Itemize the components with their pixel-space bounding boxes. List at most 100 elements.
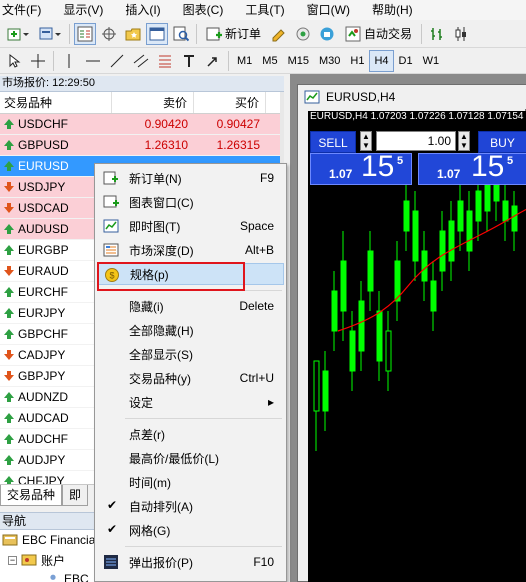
context-menu-item[interactable]: 时间(m) (97, 471, 284, 493)
context-menu-item[interactable]: 图表窗口(C) (97, 191, 284, 213)
lot-size-input[interactable]: 1.00 (376, 131, 456, 151)
market-watch-button[interactable] (74, 22, 96, 45)
column-symbol[interactable]: 交易品种 (0, 92, 112, 113)
timeframe-m1[interactable]: M1 (232, 50, 257, 72)
candle-body (340, 260, 347, 312)
context-menu-shortcut: ▸ (267, 395, 274, 409)
terminal-button[interactable] (146, 22, 168, 45)
tab-tick-chart[interactable]: 即 (62, 485, 89, 506)
menu-charts[interactable]: 图表(C) (181, 0, 224, 20)
timeframe-d1[interactable]: D1 (394, 50, 418, 72)
chart-window[interactable]: EURUSD,H4 EURUSD,H4 1.07203 1.07226 1.07… (297, 84, 526, 582)
context-menu-item[interactable]: ✔ 网格(G) (97, 519, 284, 541)
context-menu-item[interactable]: 点差(r) (97, 423, 284, 445)
context-menu-item[interactable]: 全部隐藏(H) (97, 319, 284, 341)
arrow-up-icon (4, 224, 14, 234)
arrows-button[interactable] (202, 50, 224, 72)
column-bid[interactable]: 卖价 (112, 92, 194, 113)
context-menu-label: 新订单(N) (129, 171, 182, 186)
menu-insert[interactable]: 插入(I) (123, 0, 160, 20)
tab-symbols[interactable]: 交易品种 (0, 485, 63, 506)
buy-price-pips: 15 (471, 150, 505, 183)
lot-decrease-button[interactable]: ▲ ▼ (360, 131, 372, 151)
table-row[interactable]: USDCHF 0.90420 0.90427 (0, 114, 284, 135)
table-row[interactable]: GBPUSD 1.26310 1.26315 (0, 135, 284, 156)
fibonacci-button[interactable] (154, 50, 176, 72)
context-menu-item[interactable]: 全部显示(S) (97, 343, 284, 365)
context-menu-item[interactable]: 设定 ▸ (97, 391, 284, 413)
navigator-button[interactable] (122, 23, 144, 45)
metaeditor-button[interactable] (268, 23, 290, 45)
checkmark-icon: ✔ (107, 522, 118, 536)
context-menu: 新订单(N) F9 图表窗口(C) 即时图(T) Space 市场深度(D) Alt+B $ 规… (94, 163, 287, 582)
menu-view[interactable]: 显示(V) (61, 0, 103, 20)
candle-body (511, 205, 518, 232)
navigator-broker-item[interactable]: EBC Financia (2, 531, 95, 549)
timeframe-w1[interactable]: W1 (418, 50, 445, 72)
bid-cell: 1.26310 (144, 138, 188, 152)
trendline-button[interactable] (106, 50, 128, 72)
context-menu-shortcut: Alt+B (244, 243, 274, 257)
horizontal-line-button[interactable] (82, 50, 104, 72)
moving-average-line (337, 208, 526, 332)
auto-trading-button[interactable]: 自动交易 (340, 23, 417, 45)
channel-button[interactable] (130, 50, 152, 72)
timeframe-m15[interactable]: M15 (283, 50, 314, 72)
new-chart-button[interactable] (3, 23, 33, 45)
context-menu-item[interactable]: 交易品种(y) Ctrl+U (97, 367, 284, 389)
signal-icon (296, 27, 310, 40)
new-order-button[interactable]: 新订单 (201, 23, 266, 45)
context-menu-item[interactable]: 隐藏(i) Delete (97, 295, 284, 317)
strategy-tester-button[interactable] (170, 23, 192, 45)
cursor-button[interactable] (3, 50, 25, 72)
bar-chart-button[interactable] (426, 23, 448, 45)
context-menu-label: 全部显示(S) (129, 347, 193, 362)
column-ask[interactable]: 买价 (194, 92, 266, 113)
navigator-account-entry[interactable]: EBC (46, 570, 89, 582)
context-menu-item[interactable]: 市场深度(D) Alt+B (97, 239, 284, 261)
text-label-button[interactable] (178, 50, 200, 72)
context-menu-item[interactable]: 即时图(T) Space (97, 215, 284, 237)
menu-file[interactable]: 文件(F) (0, 0, 41, 20)
candlestick-button[interactable] (450, 23, 472, 45)
sell-button[interactable]: SELL (310, 131, 356, 153)
timeframe-m30[interactable]: M30 (314, 50, 345, 72)
toolbar-separator (53, 50, 54, 71)
profiles-button[interactable] (35, 23, 65, 45)
candle-body (421, 250, 428, 282)
market-icon (320, 27, 334, 40)
timeframe-h4[interactable]: H4 (369, 49, 394, 72)
chart-area[interactable]: EURUSD,H4 1.07203 1.07226 1.07128 1.0715… (308, 111, 526, 582)
lot-increase-button[interactable]: ▲ ▼ (458, 131, 470, 151)
symbol-name: EURCHF (18, 285, 68, 299)
collapse-icon: − (8, 554, 17, 565)
data-window-button[interactable] (98, 23, 120, 45)
pencil-icon (272, 28, 285, 41)
menu-window[interactable]: 窗口(W) (305, 0, 350, 20)
chart-window-title: EURUSD,H4 (326, 90, 396, 104)
symbol-name: EURJPY (18, 306, 66, 320)
symbol-name: EURUSD (18, 159, 69, 173)
new-order-label: 新订单 (225, 27, 262, 41)
menu-tools[interactable]: 工具(T) (243, 0, 284, 20)
context-menu-item[interactable]: 新订单(N) F9 (97, 167, 284, 189)
market-button[interactable] (316, 23, 338, 45)
sell-price-box[interactable]: 1.07 15 5 (310, 150, 412, 185)
navigator-accounts-item[interactable]: − 账户 (8, 551, 65, 569)
menu-help[interactable]: 帮助(H) (370, 0, 413, 20)
crosshair-button[interactable] (27, 50, 49, 72)
toolbar-separator (196, 23, 197, 44)
arrow-down-icon (4, 266, 14, 276)
timeframe-h1[interactable]: H1 (345, 50, 369, 72)
context-menu-item[interactable]: 最高价/最低价(L) (97, 447, 284, 469)
chart-titlebar[interactable]: EURUSD,H4 (298, 85, 526, 109)
buy-price-box[interactable]: 1.07 15 5 (418, 150, 526, 185)
arrow-up-icon (4, 329, 14, 339)
context-menu-item[interactable]: 弹出报价(P) F10 (97, 551, 284, 573)
signals-button[interactable] (292, 23, 314, 45)
timeframe-m5[interactable]: M5 (257, 50, 282, 72)
context-menu-item[interactable]: ✔ 自动排列(A) (97, 495, 284, 517)
symbol-cell: USDCHF (0, 117, 112, 131)
vertical-line-button[interactable] (58, 50, 80, 72)
crosshair-icon (102, 26, 116, 41)
